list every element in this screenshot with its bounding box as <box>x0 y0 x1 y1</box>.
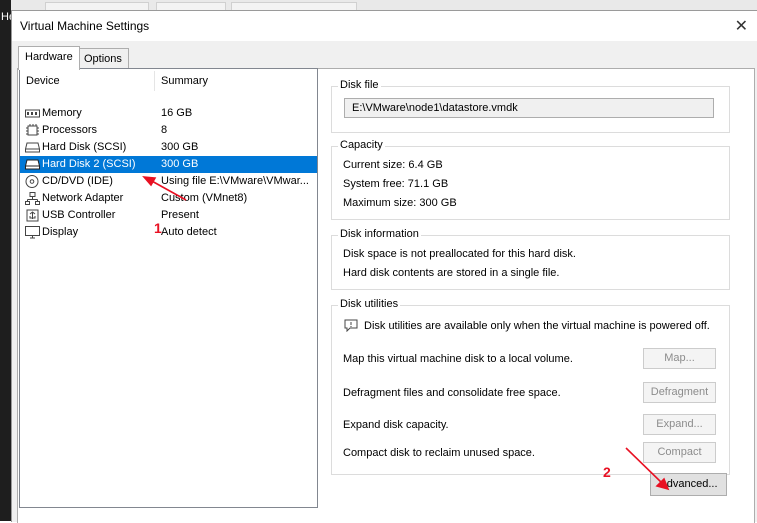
annotation-arrowhead-1 <box>142 176 157 187</box>
tab-hardware[interactable]: Hardware <box>18 46 80 70</box>
annotation-arrow-2 <box>625 447 664 485</box>
annotation-arrow-1 <box>149 179 187 201</box>
annotation-label-1: 1 <box>154 220 162 236</box>
annotation-label-2: 2 <box>603 464 611 480</box>
annotation-arrows <box>142 176 670 491</box>
